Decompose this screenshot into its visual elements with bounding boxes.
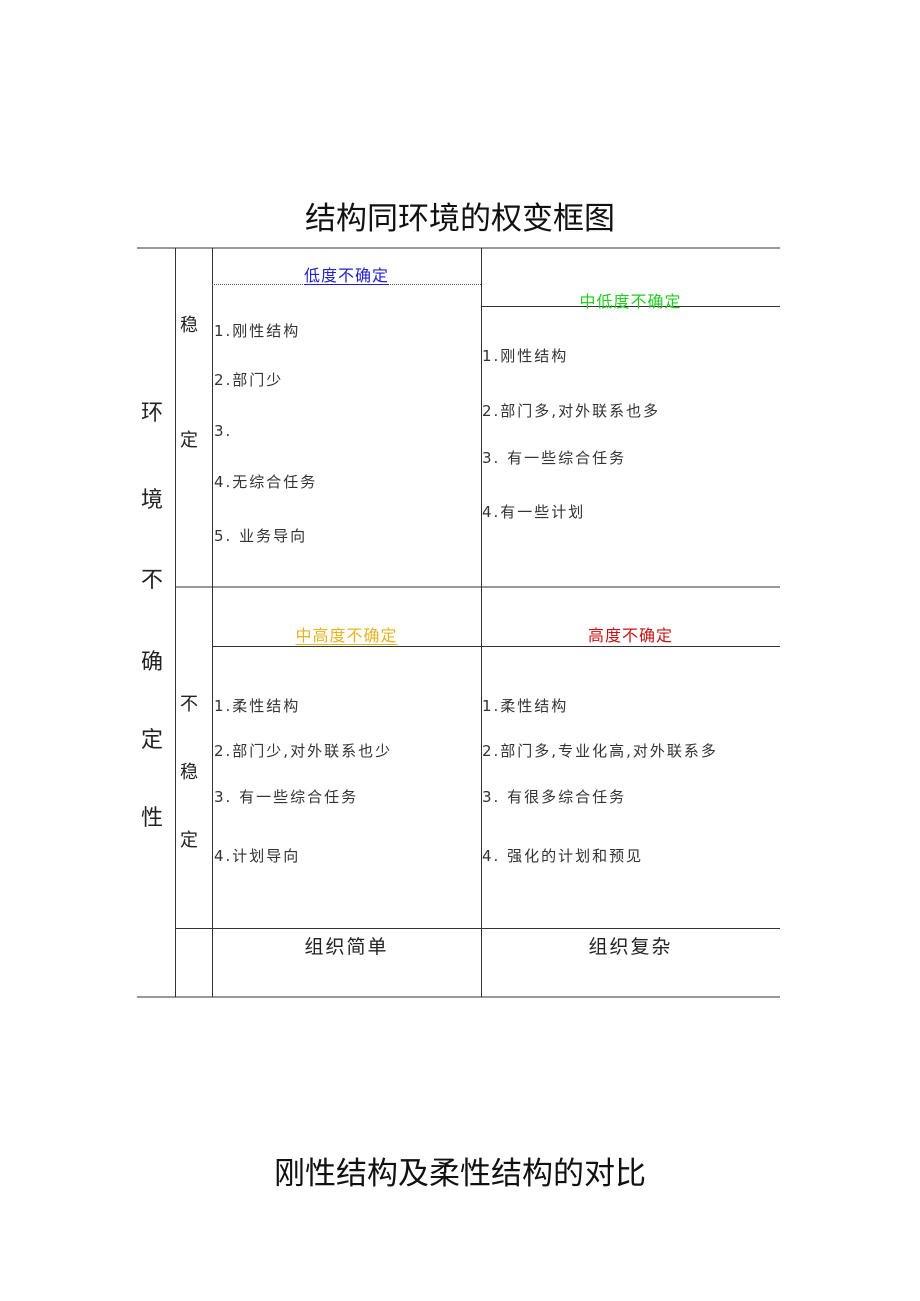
axis-char: 环 [140,401,163,426]
column-label-simple: 组织简单 [304,936,389,958]
list-item: 4.计划导向 [214,847,301,865]
list-item: 1.柔性结构 [482,697,569,715]
quadrant-heading: 低度不确定 [303,266,389,285]
axis-char: 境 [140,488,163,513]
outer-column-divider [175,248,176,997]
list-item: 1.刚性结构 [214,322,301,340]
list-item: 2.部门多,专业化高,对外联系多 [482,742,718,760]
list-item: 3. 有很多综合任务 [482,788,627,806]
list-item: 2.部门少 [214,371,284,389]
list-item: 4.有一些计划 [482,503,586,521]
table-top-border [137,247,780,249]
quadrant-heading: 中低度不确定 [579,292,682,311]
row-label-char: 稳 [180,762,198,783]
list-item: 3. 有一些综合任务 [214,788,359,806]
column-label-divider [175,928,780,929]
quadrant-heading: 中高度不确定 [295,626,398,645]
axis-char: 性 [140,806,163,831]
list-item: 4.无综合任务 [214,473,318,491]
section-heading: 刚性结构及柔性结构的对比 [274,1156,646,1192]
list-item: 5. 业务导向 [214,527,308,545]
column-label-complex: 组织复杂 [588,936,673,958]
list-item: 1.柔性结构 [214,697,301,715]
list-item: 1.刚性结构 [482,347,569,365]
row-label-char: 定 [180,430,198,451]
q4-heading-divider [481,646,780,647]
list-item: 4. 强化的计划和预见 [482,847,644,865]
list-item: 2.部门多,对外联系也多 [482,402,661,420]
axis-char: 不 [140,568,163,593]
row-label-char: 不 [180,694,198,715]
axis-char: 确 [140,650,163,675]
table-bottom-border [137,996,780,998]
row-label-char: 定 [180,830,198,851]
row-label-char: 稳 [180,315,198,336]
row-divider [175,586,780,588]
q3-heading-divider [212,646,481,647]
list-item: 3. [214,422,233,440]
list-item: 2.部门少,对外联系也少 [214,742,393,760]
axis-char: 定 [140,728,163,753]
document-title: 结构同环境的权变框图 [305,201,615,237]
list-item: 3. 有一些综合任务 [482,449,627,467]
quadrant-heading: 高度不确定 [587,626,673,645]
